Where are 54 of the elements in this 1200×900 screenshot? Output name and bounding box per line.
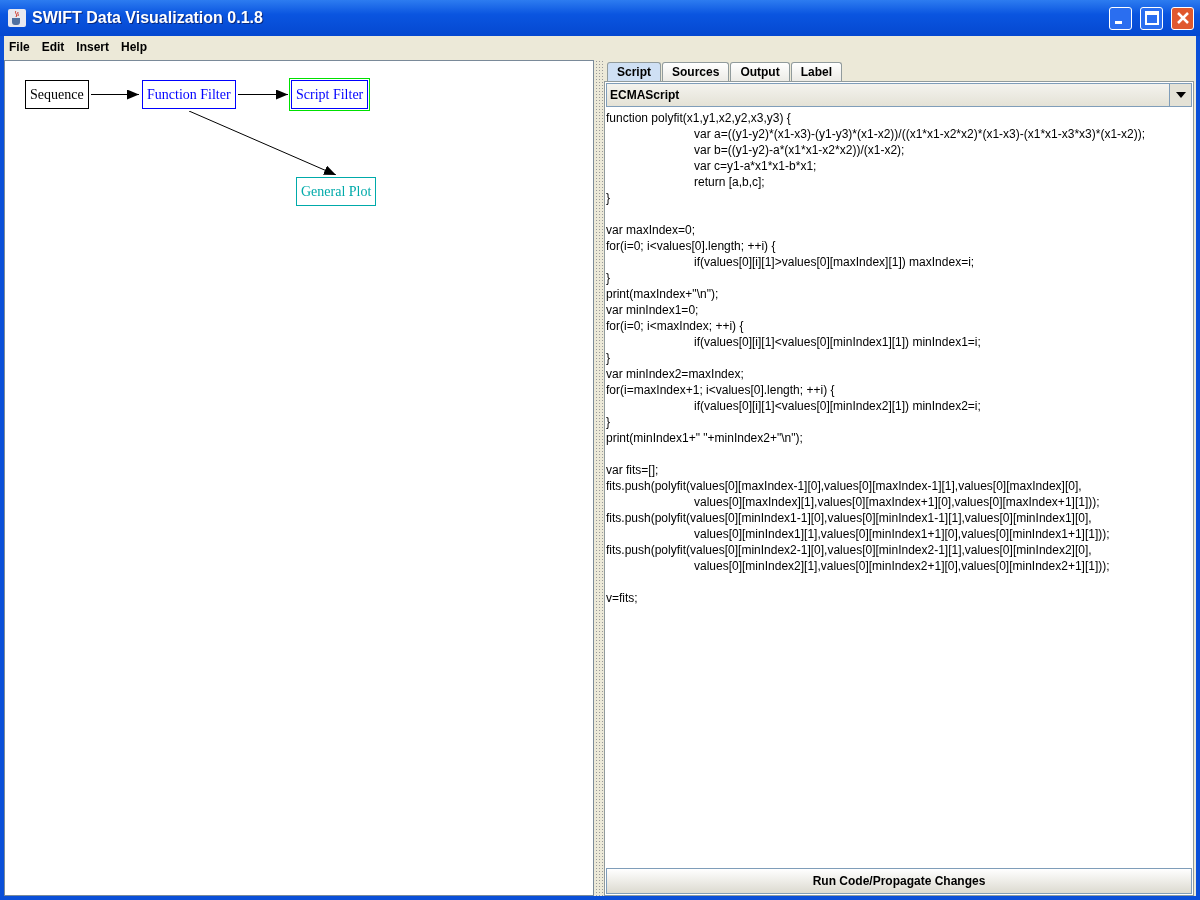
- menu-item[interactable]: Edit: [41, 39, 65, 54]
- code-line: var c=y1-a*x1*x1-b*x1;: [693, 158, 817, 174]
- language-dropdown[interactable]: ECMAScript: [606, 83, 1192, 107]
- code-line: values[0][minIndex2][1],values[0][minIndex2+1][0],values[0][minIndex2+1][1]));: [693, 558, 1110, 574]
- maximize-icon: [1144, 11, 1159, 25]
- code-line: var minIndex1=0;: [606, 302, 699, 318]
- connector-arrow: [90, 89, 140, 100]
- tab[interactable]: Label: [790, 62, 843, 81]
- code-line: print(maxIndex+"\n");: [606, 286, 719, 302]
- code-line: for(i=0; i<values[0].length; ++i) {: [606, 238, 776, 254]
- diagram-node[interactable]: Function Filter: [140, 78, 238, 111]
- window-title: SWIFT Data Visualization 0.1.8: [32, 9, 264, 27]
- code-line: fits.push(polyfit(values[0][minIndex2-1][0],values[0][minIndex2-1][1],values[0][minIndex2][0],: [606, 542, 1092, 558]
- code-line: if(values[0][i][1]>values[0][maxIndex][1]) maxIndex=i;: [693, 254, 975, 270]
- minimize-icon: [1115, 20, 1122, 24]
- run-button[interactable]: Run Code/Propagate Changes: [606, 868, 1192, 894]
- dropdown-value: ECMAScript: [609, 88, 681, 102]
- code-line: v=fits;: [606, 590, 638, 606]
- code-line: values[0][minIndex1][1],values[0][minIndex1+1][0],values[0][minIndex1+1][1]));: [693, 526, 1110, 542]
- code-line: return [a,b,c];: [693, 174, 765, 190]
- code-line: }: [606, 350, 610, 366]
- code-line: for(i=0; i<maxIndex; ++i) {: [606, 318, 744, 334]
- code-line: fits.push(polyfit(values[0][maxIndex-1][0],values[0][maxIndex-1][1],values[0][maxIndex][0],: [606, 478, 1082, 494]
- code-line: fits.push(polyfit(values[0][minIndex1-1][0],values[0][minIndex1-1][1],values[0][minIndex1][0],: [606, 510, 1092, 526]
- code-line: print(minIndex1+" "+minIndex2+"\n");: [606, 430, 803, 446]
- tab[interactable]: Output: [730, 62, 790, 81]
- diagram-node[interactable]: Script Filter: [289, 78, 371, 111]
- minimize-button[interactable]: [1109, 6, 1132, 30]
- connector-arrow: [237, 89, 289, 100]
- caret-icon: [1175, 92, 1186, 98]
- code-line: var b=((y1-y2)-a*(x1*x1-x2*x2))/(x1-x2);: [693, 142, 905, 158]
- code-line: var maxIndex=0;: [606, 222, 696, 238]
- diagram-node[interactable]: Sequence: [23, 78, 91, 111]
- code-line: for(i=maxIndex+1; i<values[0].length; ++i) {: [606, 382, 835, 398]
- close-icon: [1175, 11, 1190, 25]
- code-line: function polyfit(x1,y1,x2,y2,x3,y3) {: [606, 110, 791, 126]
- menu-item[interactable]: Insert: [76, 39, 110, 54]
- code-line: if(values[0][i][1]<values[0][minIndex2][1]) minIndex2=i;: [693, 398, 981, 414]
- menu-item[interactable]: Help: [121, 39, 148, 54]
- tab[interactable]: Sources: [662, 62, 730, 81]
- code-line: }: [606, 190, 610, 206]
- maximize-button[interactable]: [1140, 6, 1163, 30]
- code-line: var minIndex2=maxIndex;: [606, 366, 744, 382]
- code-line: var a=((y1-y2)*(x1-x3)-(y1-y3)*(x1-x2))/((x1*x1-x2*x2)*(x1-x3)-(x1*x1-x3*x3)*(x1-x2));: [693, 126, 1146, 142]
- code-line: var fits=[];: [606, 462, 659, 478]
- code-line: if(values[0][i][1]<values[0][minIndex1][1]) minIndex1=i;: [693, 334, 981, 350]
- coffee-cup-icon: [8, 9, 26, 27]
- dropdown-button[interactable]: [1169, 84, 1191, 106]
- code-line: }: [606, 270, 610, 286]
- tab[interactable]: Script: [607, 62, 661, 81]
- menu-item[interactable]: File: [9, 39, 30, 54]
- close-button[interactable]: [1171, 6, 1194, 30]
- code-line: }: [606, 414, 610, 430]
- code-line: values[0][maxIndex][1],values[0][maxIndex+1][0],values[0][maxIndex+1][1]));: [693, 494, 1100, 510]
